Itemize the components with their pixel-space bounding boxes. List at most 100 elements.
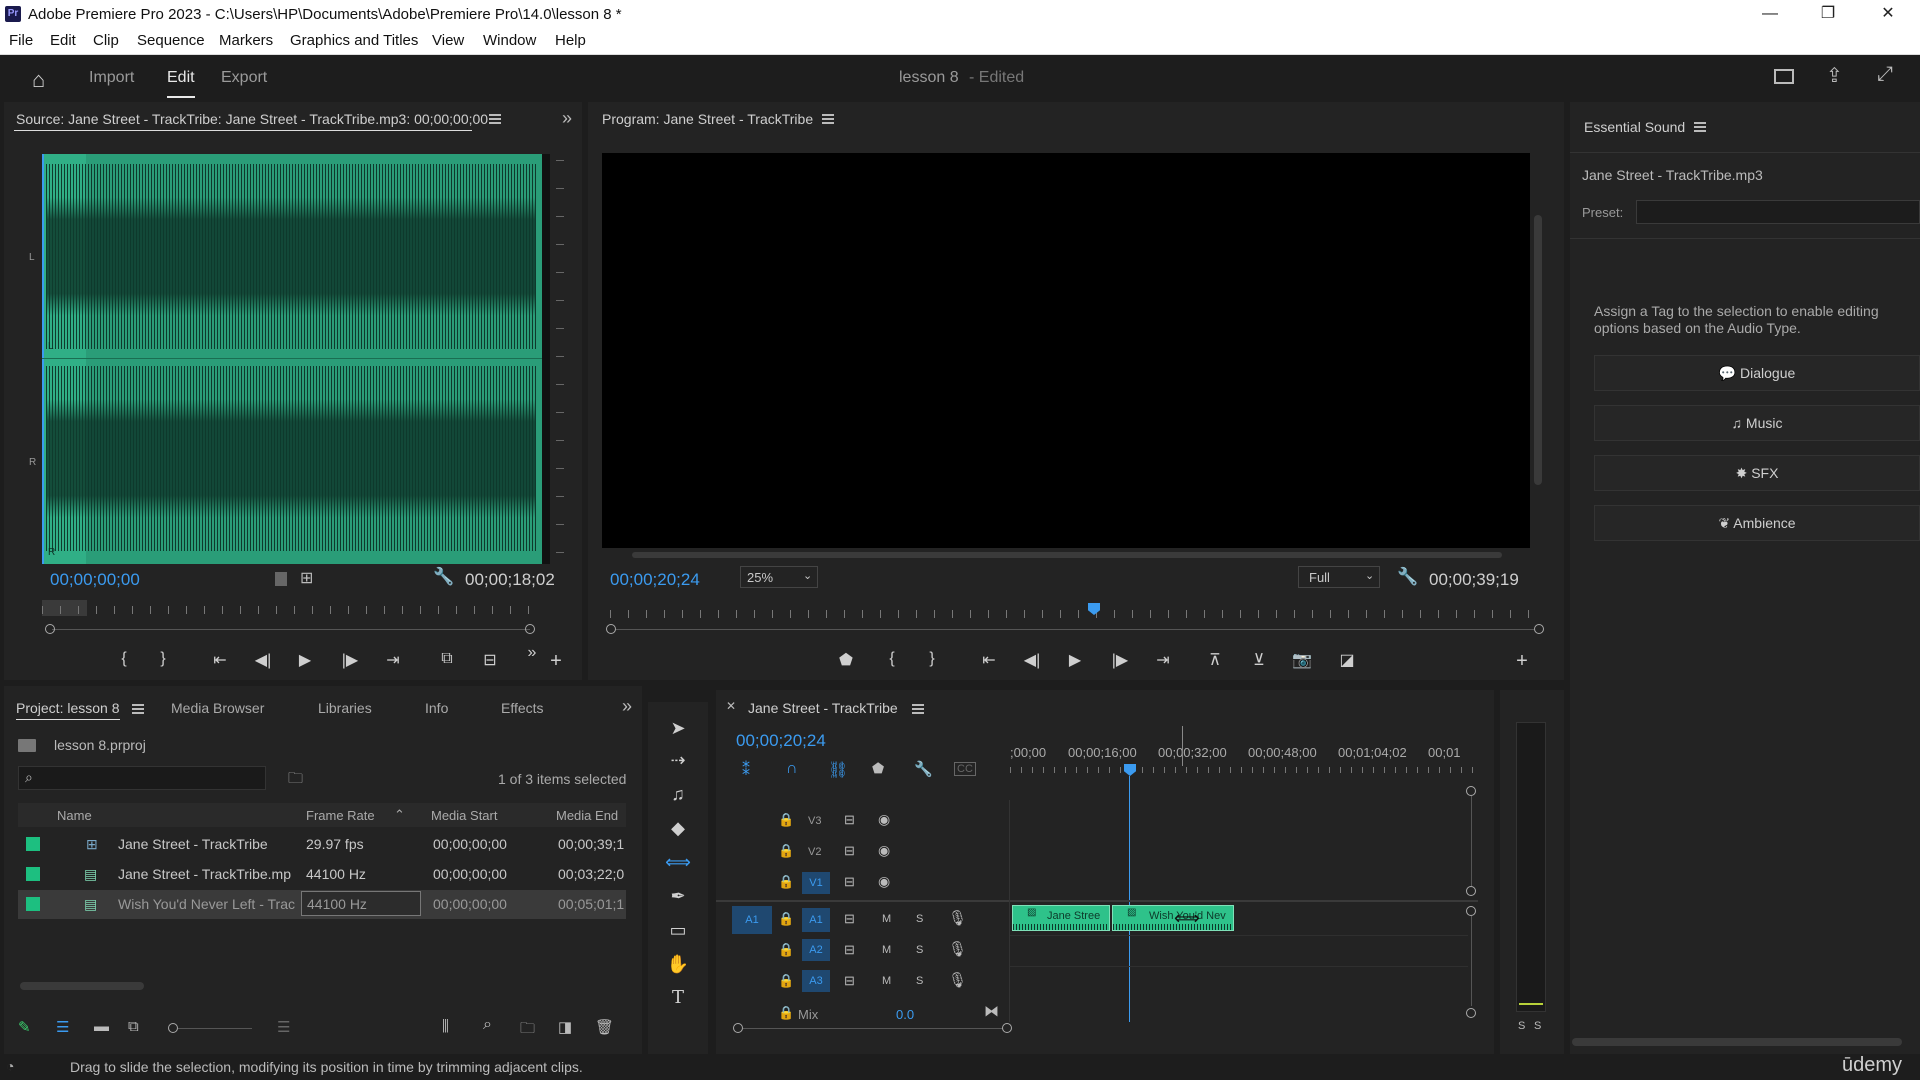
program-add-button-icon[interactable]: + bbox=[1510, 650, 1534, 673]
track-header-v2[interactable]: 🔒 V2 ⊟ ◉ bbox=[716, 837, 1008, 867]
sort-icon[interactable]: ☰ bbox=[277, 1018, 290, 1036]
menu-markers[interactable]: Markers bbox=[219, 32, 273, 49]
lock-icon[interactable]: 🔒 bbox=[778, 1005, 794, 1021]
captions-icon[interactable]: CC bbox=[954, 762, 976, 776]
sync-lock-icon[interactable]: ⊟ bbox=[844, 812, 855, 828]
track-label-a1[interactable]: A1 bbox=[802, 908, 830, 932]
track-header-v3[interactable]: 🔒 V3 ⊟ ◉ bbox=[716, 806, 1008, 836]
source-playhead[interactable] bbox=[42, 154, 44, 564]
sync-lock-icon[interactable]: ⊟ bbox=[844, 843, 855, 859]
sync-lock-icon[interactable]: ⊟ bbox=[844, 973, 855, 989]
table-row[interactable]: ▤ Jane Street - TrackTribe.mp 44100 Hz 0… bbox=[18, 860, 626, 889]
tab-project[interactable]: Project: lesson 8 bbox=[16, 700, 120, 720]
menu-sequence[interactable]: Sequence bbox=[137, 32, 205, 49]
sync-lock-icon[interactable]: ⊟ bbox=[844, 874, 855, 890]
controls-overflow-icon[interactable]: » bbox=[520, 644, 544, 662]
a-scroll-track[interactable] bbox=[1471, 916, 1472, 1006]
v-scroll-track[interactable] bbox=[1471, 796, 1472, 886]
microphone-icon[interactable]: 🎙 bbox=[948, 971, 967, 989]
table-row[interactable]: ⊞ Jane Street - TrackTribe 29.97 fps 00;… bbox=[18, 830, 626, 859]
drag-video-icon[interactable] bbox=[275, 572, 287, 586]
comparison-view-icon[interactable]: ◪ bbox=[1335, 650, 1359, 670]
program-zoom-handle-left[interactable] bbox=[606, 624, 616, 634]
extract-button[interactable]: ⊻ bbox=[1247, 650, 1271, 670]
ambience-button[interactable]: ❦ Ambience bbox=[1594, 505, 1920, 541]
overwrite-button[interactable]: ⊟ bbox=[478, 650, 502, 670]
new-item-icon[interactable]: ◨ bbox=[558, 1018, 572, 1036]
program-step-back-button[interactable]: ◀| bbox=[1020, 650, 1044, 670]
share-icon[interactable]: ⇪ bbox=[1826, 63, 1843, 88]
program-zoom-bar[interactable] bbox=[616, 629, 1534, 630]
zoom-slider[interactable] bbox=[178, 1028, 252, 1029]
add-marker-button[interactable]: ⬟ bbox=[834, 650, 858, 670]
preset-dropdown[interactable] bbox=[1636, 200, 1920, 224]
rectangle-tool-icon[interactable]: ▭ bbox=[664, 916, 692, 944]
selection-tool-icon[interactable]: ➤ bbox=[664, 714, 692, 742]
go-to-out-button[interactable]: ⇥ bbox=[381, 650, 405, 670]
solo-button[interactable]: S bbox=[916, 913, 923, 925]
eye-icon[interactable]: ◉ bbox=[878, 842, 890, 859]
track-label-a2[interactable]: A2 bbox=[802, 939, 830, 961]
track-header-a3[interactable]: 🔒 A3 ⊟ M S 🎙 bbox=[716, 967, 1008, 997]
tab-import[interactable]: Import bbox=[89, 69, 134, 87]
essential-sound-menu-icon[interactable] bbox=[1694, 122, 1706, 132]
step-forward-button[interactable]: |▶ bbox=[338, 650, 362, 670]
row-frame-rate[interactable]: 44100 Hz bbox=[301, 891, 421, 916]
v-scroll-handle[interactable] bbox=[1466, 886, 1476, 896]
track-label-a3[interactable]: A3 bbox=[802, 970, 830, 992]
program-hscroll[interactable] bbox=[632, 552, 1502, 558]
program-step-forward-button[interactable]: |▶ bbox=[1108, 650, 1132, 670]
program-mark-out-button[interactable]: } bbox=[920, 650, 944, 668]
track-header-a2[interactable]: 🔒 A2 ⊟ M S 🎙 bbox=[716, 936, 1008, 966]
source-settings-icon[interactable]: 🔧 bbox=[433, 567, 454, 587]
mute-button[interactable]: M bbox=[882, 975, 891, 987]
new-bin-icon[interactable]: 🗀 bbox=[520, 1018, 535, 1043]
minimize-button[interactable]: — bbox=[1742, 0, 1798, 28]
source-timecode[interactable]: 00;00;00;00 bbox=[50, 570, 140, 590]
eye-icon[interactable]: ◉ bbox=[878, 811, 890, 828]
sync-lock-icon[interactable]: ⊟ bbox=[844, 911, 855, 927]
timeline-menu-icon[interactable] bbox=[912, 704, 924, 714]
source-title[interactable]: Source: Jane Street - TrackTribe: Jane S… bbox=[16, 111, 488, 127]
close-sequence-icon[interactable]: ✕ bbox=[726, 699, 736, 713]
hand-tool-icon[interactable]: ✋ bbox=[664, 950, 692, 978]
source-play-button[interactable]: ▶ bbox=[293, 650, 317, 670]
program-play-button[interactable]: ▶ bbox=[1063, 650, 1087, 670]
source-zoom-handle-left[interactable] bbox=[45, 624, 55, 634]
h-scroll-handle-left[interactable] bbox=[733, 1023, 743, 1033]
step-back-button[interactable]: ◀| bbox=[251, 650, 275, 670]
sfx-button[interactable]: ✸ SFX bbox=[1594, 455, 1920, 491]
snap-icon[interactable]: ∩ bbox=[786, 760, 798, 778]
essential-sound-title[interactable]: Essential Sound bbox=[1584, 119, 1685, 135]
zoom-slider-handle[interactable] bbox=[168, 1023, 178, 1033]
program-mark-in-button[interactable]: { bbox=[880, 650, 904, 668]
track-label-v3[interactable]: V3 bbox=[808, 815, 821, 827]
mute-button[interactable]: M bbox=[882, 944, 891, 956]
nest-icon[interactable]: ⁑ bbox=[742, 760, 750, 780]
add-marker-icon[interactable]: ⬟ bbox=[872, 760, 884, 777]
es-hscroll[interactable] bbox=[1572, 1038, 1902, 1046]
menu-clip[interactable]: Clip bbox=[93, 32, 119, 49]
program-menu-icon[interactable] bbox=[822, 114, 834, 124]
h-scroll-handle-right[interactable] bbox=[1002, 1023, 1012, 1033]
go-to-in-button[interactable]: ⇤ bbox=[208, 650, 232, 670]
source-waveform[interactable]: L R bbox=[42, 154, 542, 564]
a-scroll-handle[interactable] bbox=[1466, 906, 1476, 916]
project-overflow-icon[interactable]: » bbox=[622, 696, 632, 717]
lock-icon[interactable]: 🔒 bbox=[778, 843, 794, 859]
program-timecode[interactable]: 00;00;20;24 bbox=[610, 570, 700, 590]
sequence-tab[interactable]: Jane Street - TrackTribe bbox=[748, 700, 898, 716]
ripple-edit-tool-icon[interactable]: ♫ bbox=[664, 780, 692, 808]
h-scroll-bar[interactable] bbox=[743, 1028, 1003, 1029]
tab-libraries[interactable]: Libraries bbox=[318, 700, 372, 716]
lock-icon[interactable]: 🔒 bbox=[778, 973, 794, 989]
quality-dropdown[interactable]: Full ⌄ bbox=[1298, 566, 1380, 588]
mark-out-button[interactable]: } bbox=[151, 650, 175, 668]
home-icon[interactable]: ⌂ bbox=[32, 67, 45, 93]
automate-to-sequence-icon[interactable]: ⫼ bbox=[442, 1018, 449, 1035]
project-menu-icon[interactable] bbox=[132, 704, 144, 714]
tab-effects[interactable]: Effects bbox=[501, 700, 544, 716]
column-media-start[interactable]: Media Start bbox=[431, 808, 497, 823]
source-zoom-bar[interactable] bbox=[52, 629, 530, 630]
tab-info[interactable]: Info bbox=[425, 700, 448, 716]
